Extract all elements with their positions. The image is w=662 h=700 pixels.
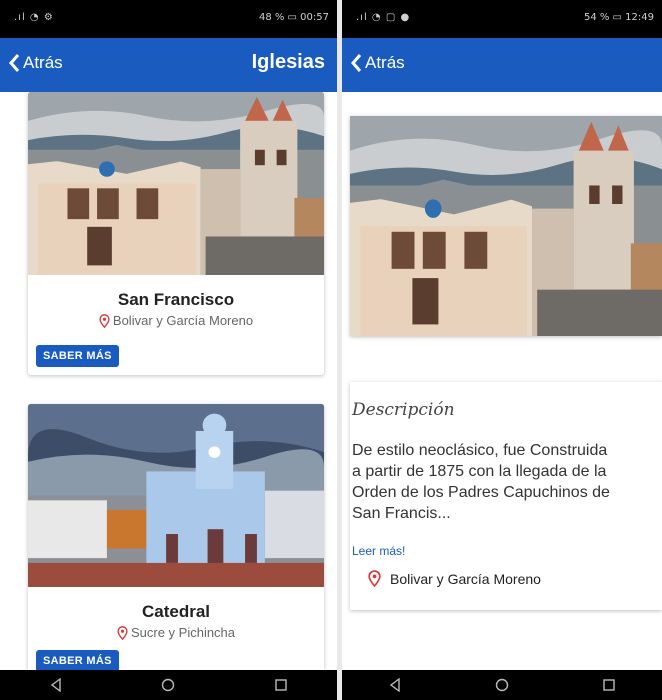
card-address: Bolivar y García Moreno (28, 313, 324, 328)
church-photo-card (350, 116, 662, 336)
status-battery-time: 48 % ▭ 00:57 (258, 12, 329, 23)
location-pin-icon (99, 313, 110, 328)
back-label: Atrás (23, 53, 63, 72)
nav-recents-icon[interactable] (274, 678, 288, 692)
system-nav-bar (342, 670, 662, 700)
card-title: Catedral (141, 602, 211, 621)
back-label: Atrás (365, 53, 405, 72)
detail-address: Bolivar y García Moreno (368, 570, 541, 587)
detail-screen: .ıl ◔ ▢ ● 54 % ▭ 12:49 Atrás Descripción… (342, 0, 662, 700)
nav-home-icon[interactable] (161, 678, 175, 692)
saber-mas-button[interactable]: SABER MÁS (36, 345, 119, 367)
card-address-text: Bolivar y García Moreno (112, 313, 254, 328)
back-chevron-icon (351, 54, 362, 72)
detail-address-text: Bolivar y García Moreno (390, 570, 541, 587)
back-button[interactable]: Atrás (350, 53, 405, 73)
description-title: Descripción (352, 400, 455, 420)
app-bar: Atrás Iglesias (0, 38, 337, 92)
catedral-photo (28, 404, 324, 587)
status-bar: .ıl ◔ ▢ ● 54 % ▭ 12:49 (342, 0, 662, 38)
read-more-link[interactable]: Leer más! (352, 544, 405, 558)
nav-back-icon[interactable] (388, 678, 402, 692)
card-address: Sucre y Pichincha (28, 625, 324, 640)
app-bar: Atrás (342, 38, 662, 92)
status-battery-time: 54 % ▭ 12:49 (583, 12, 654, 23)
card-address-text: Sucre y Pichincha (130, 625, 236, 640)
system-nav-bar (0, 670, 337, 700)
church-card-catedral[interactable]: Catedral Sucre y Pichincha SABER MÁS (28, 404, 324, 670)
church-card-san-francisco[interactable]: San Francisco Bolivar y García Moreno SA… (28, 92, 324, 375)
description-text: De estilo neoclásico, fue Construida a p… (352, 442, 610, 522)
church-list[interactable]: San Francisco Bolivar y García Moreno SA… (0, 92, 337, 670)
back-chevron-icon (9, 54, 20, 72)
location-pin-icon (368, 570, 381, 587)
location-pin-icon (117, 625, 128, 640)
san-francisco-photo (350, 116, 662, 336)
status-icons: .ıl ◔ ⚙ (14, 12, 54, 23)
description-card: Descripción De estilo neoclásico, fue Co… (350, 382, 662, 610)
status-icons: .ıl ◔ ▢ ● (356, 12, 411, 23)
card-title: San Francisco (117, 290, 235, 309)
list-screen: .ıl ◔ ⚙ 48 % ▭ 00:57 Atrás Iglesias San … (0, 0, 337, 700)
detail-content[interactable]: Descripción De estilo neoclásico, fue Co… (342, 92, 662, 670)
page-title: Iglesias (251, 51, 325, 73)
nav-home-icon[interactable] (495, 678, 509, 692)
san-francisco-photo (28, 92, 324, 275)
status-bar: .ıl ◔ ⚙ 48 % ▭ 00:57 (0, 0, 337, 38)
saber-mas-button[interactable]: SABER MÁS (36, 650, 119, 670)
back-button[interactable]: Atrás (8, 53, 63, 73)
nav-recents-icon[interactable] (602, 678, 616, 692)
nav-back-icon[interactable] (49, 678, 63, 692)
